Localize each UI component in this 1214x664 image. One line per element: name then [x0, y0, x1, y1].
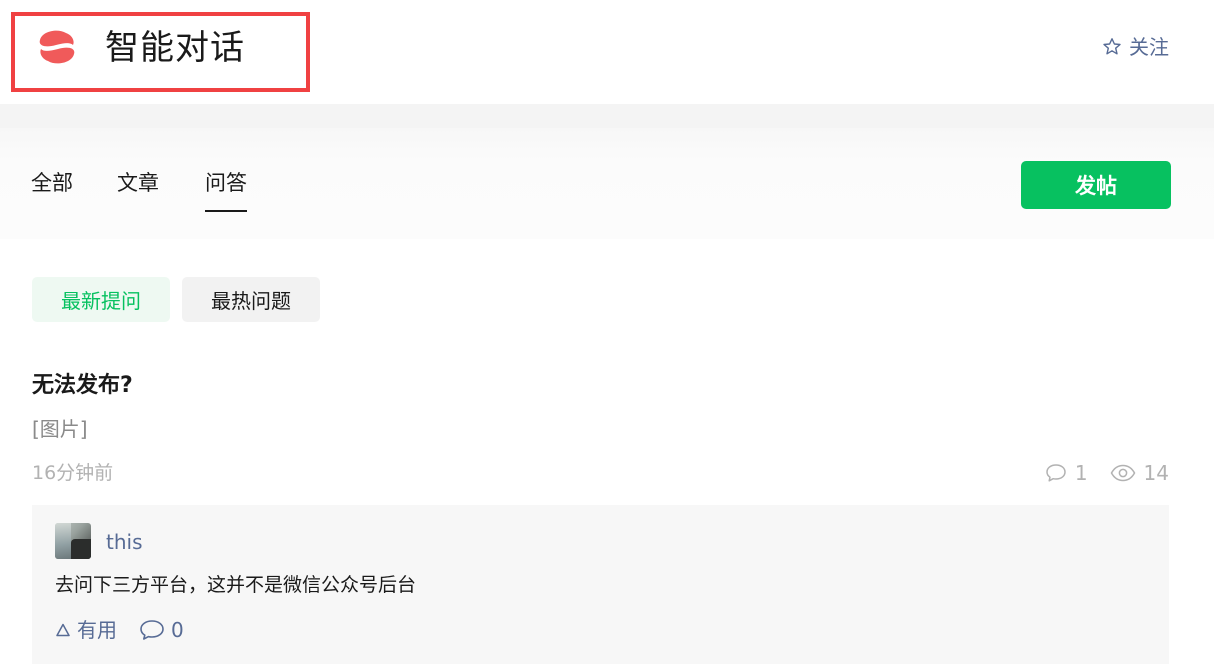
comment-icon — [140, 620, 164, 640]
tab-qa[interactable]: 问答 — [205, 168, 247, 212]
answer-card: this 去问下三方平台，这并不是微信公众号后台 有用 0 — [32, 505, 1169, 664]
section-divider — [0, 104, 1214, 128]
question-stats: 1 14 — [1045, 458, 1169, 488]
question-excerpt: [图片] — [32, 417, 88, 441]
answer-comment-count: 0 — [171, 618, 184, 642]
question-title[interactable]: 无法发布? — [32, 370, 133, 402]
filter-latest-questions[interactable]: 最新提问 — [32, 277, 170, 322]
thumb-up-icon — [56, 623, 70, 637]
logo-icon — [39, 30, 75, 64]
comment-count[interactable]: 1 — [1045, 458, 1088, 488]
eye-icon — [1110, 464, 1135, 482]
follow-button[interactable]: 关注 — [1102, 34, 1169, 60]
follow-label: 关注 — [1129, 35, 1169, 59]
comment-icon — [1046, 464, 1066, 482]
answer-actions: 有用 0 — [55, 615, 184, 645]
question-time: 16分钟前 — [32, 462, 114, 484]
answer-text: 去问下三方平台，这并不是微信公众号后台 — [55, 574, 417, 596]
avatar[interactable] — [55, 523, 91, 559]
comment-count-value: 1 — [1074, 461, 1088, 485]
tab-bar: 全部 文章 问答 发帖 — [0, 128, 1214, 239]
post-button[interactable]: 发帖 — [1021, 161, 1171, 209]
page-title: 智能对话 — [105, 28, 245, 68]
tab-articles[interactable]: 文章 — [117, 168, 159, 198]
answer-comment-button[interactable]: 0 — [139, 615, 184, 645]
header: 智能对话 关注 — [0, 0, 1214, 104]
answer-username[interactable]: this — [106, 527, 143, 557]
filter-hot-questions[interactable]: 最热问题 — [182, 277, 320, 322]
useful-button[interactable]: 有用 — [55, 615, 117, 645]
view-count: 14 — [1110, 458, 1169, 488]
view-count-value: 14 — [1143, 461, 1169, 485]
useful-label: 有用 — [77, 618, 117, 642]
tab-all[interactable]: 全部 — [31, 168, 73, 198]
star-icon — [1103, 38, 1121, 55]
